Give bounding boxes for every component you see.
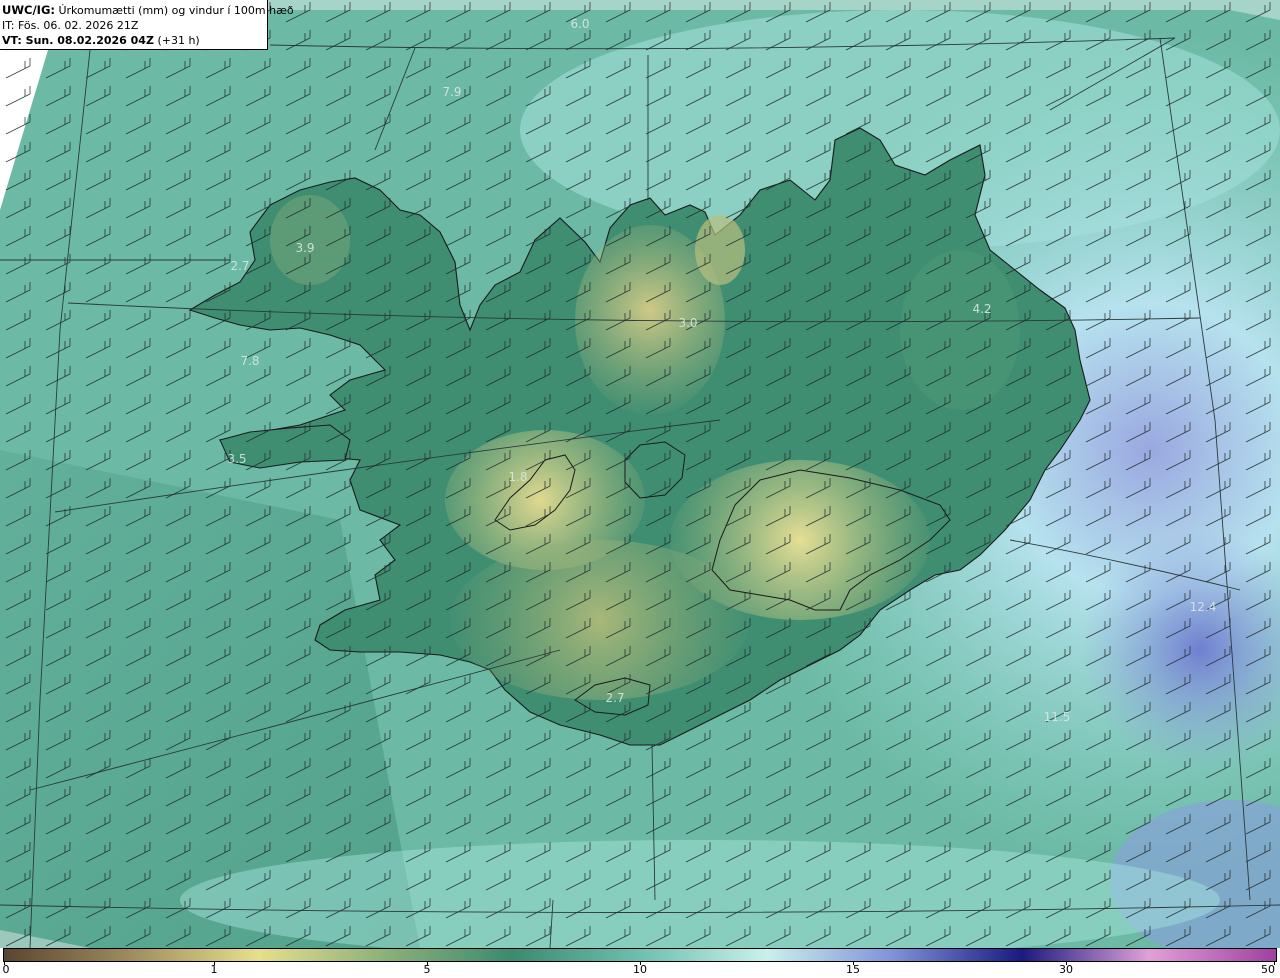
value-label: 2.7: [605, 691, 624, 705]
valid-time-line: VT: Sun. 08.02.2026 04Z (+31 h): [2, 33, 267, 48]
valid-time: VT: Sun. 08.02.2026 04Z: [2, 34, 154, 47]
model-label: UWC/IG:: [2, 3, 55, 17]
wind-barbs: [0, 0, 1280, 948]
colorbar-label: 0: [2, 963, 10, 976]
value-label: 11.5: [1044, 710, 1071, 724]
colorbar-label: 15: [846, 963, 860, 976]
value-label: 3.9: [295, 241, 314, 255]
value-label: 3.0: [678, 316, 697, 330]
colorbar-label: 1: [210, 963, 218, 976]
weather-map[interactable]: 6.0 7.9 3.9 2.7 7.8 3.5 3.0 4.2 1.8 2.7 …: [0, 0, 1280, 948]
value-label: 3.5: [227, 452, 246, 466]
initial-time: IT: Fös. 06. 02. 2026 21Z: [2, 19, 139, 32]
colorbar-label: 10: [633, 963, 647, 976]
colorbar: 0 1 5 10 15 30 50: [0, 948, 1280, 978]
value-label: 2.7: [230, 259, 249, 273]
colorbar-strip: [3, 948, 1277, 962]
value-label: 7.9: [442, 85, 461, 99]
map-title: Úrkomumætti (mm) og vindur í 100m hæð: [58, 4, 294, 17]
title-line: UWC/IG: Úrkomumætti (mm) og vindur í 100…: [2, 3, 294, 18]
map-info-box: UWC/IG: Úrkomumætti (mm) og vindur í 100…: [0, 0, 294, 50]
valid-offset: (+31 h): [157, 34, 200, 47]
colorbar-label: 30: [1059, 963, 1073, 976]
value-label: 1.8: [508, 470, 527, 484]
colorbar-label: 5: [423, 963, 431, 976]
value-label: 6.0: [570, 17, 589, 31]
value-label: 12.4: [1190, 600, 1217, 614]
value-label: 4.2: [972, 302, 991, 316]
map-canvas: 6.0 7.9 3.9 2.7 7.8 3.5 3.0 4.2 1.8 2.7 …: [0, 0, 1280, 948]
value-label: 7.8: [240, 354, 259, 368]
colorbar-label: 50: [1261, 963, 1275, 976]
